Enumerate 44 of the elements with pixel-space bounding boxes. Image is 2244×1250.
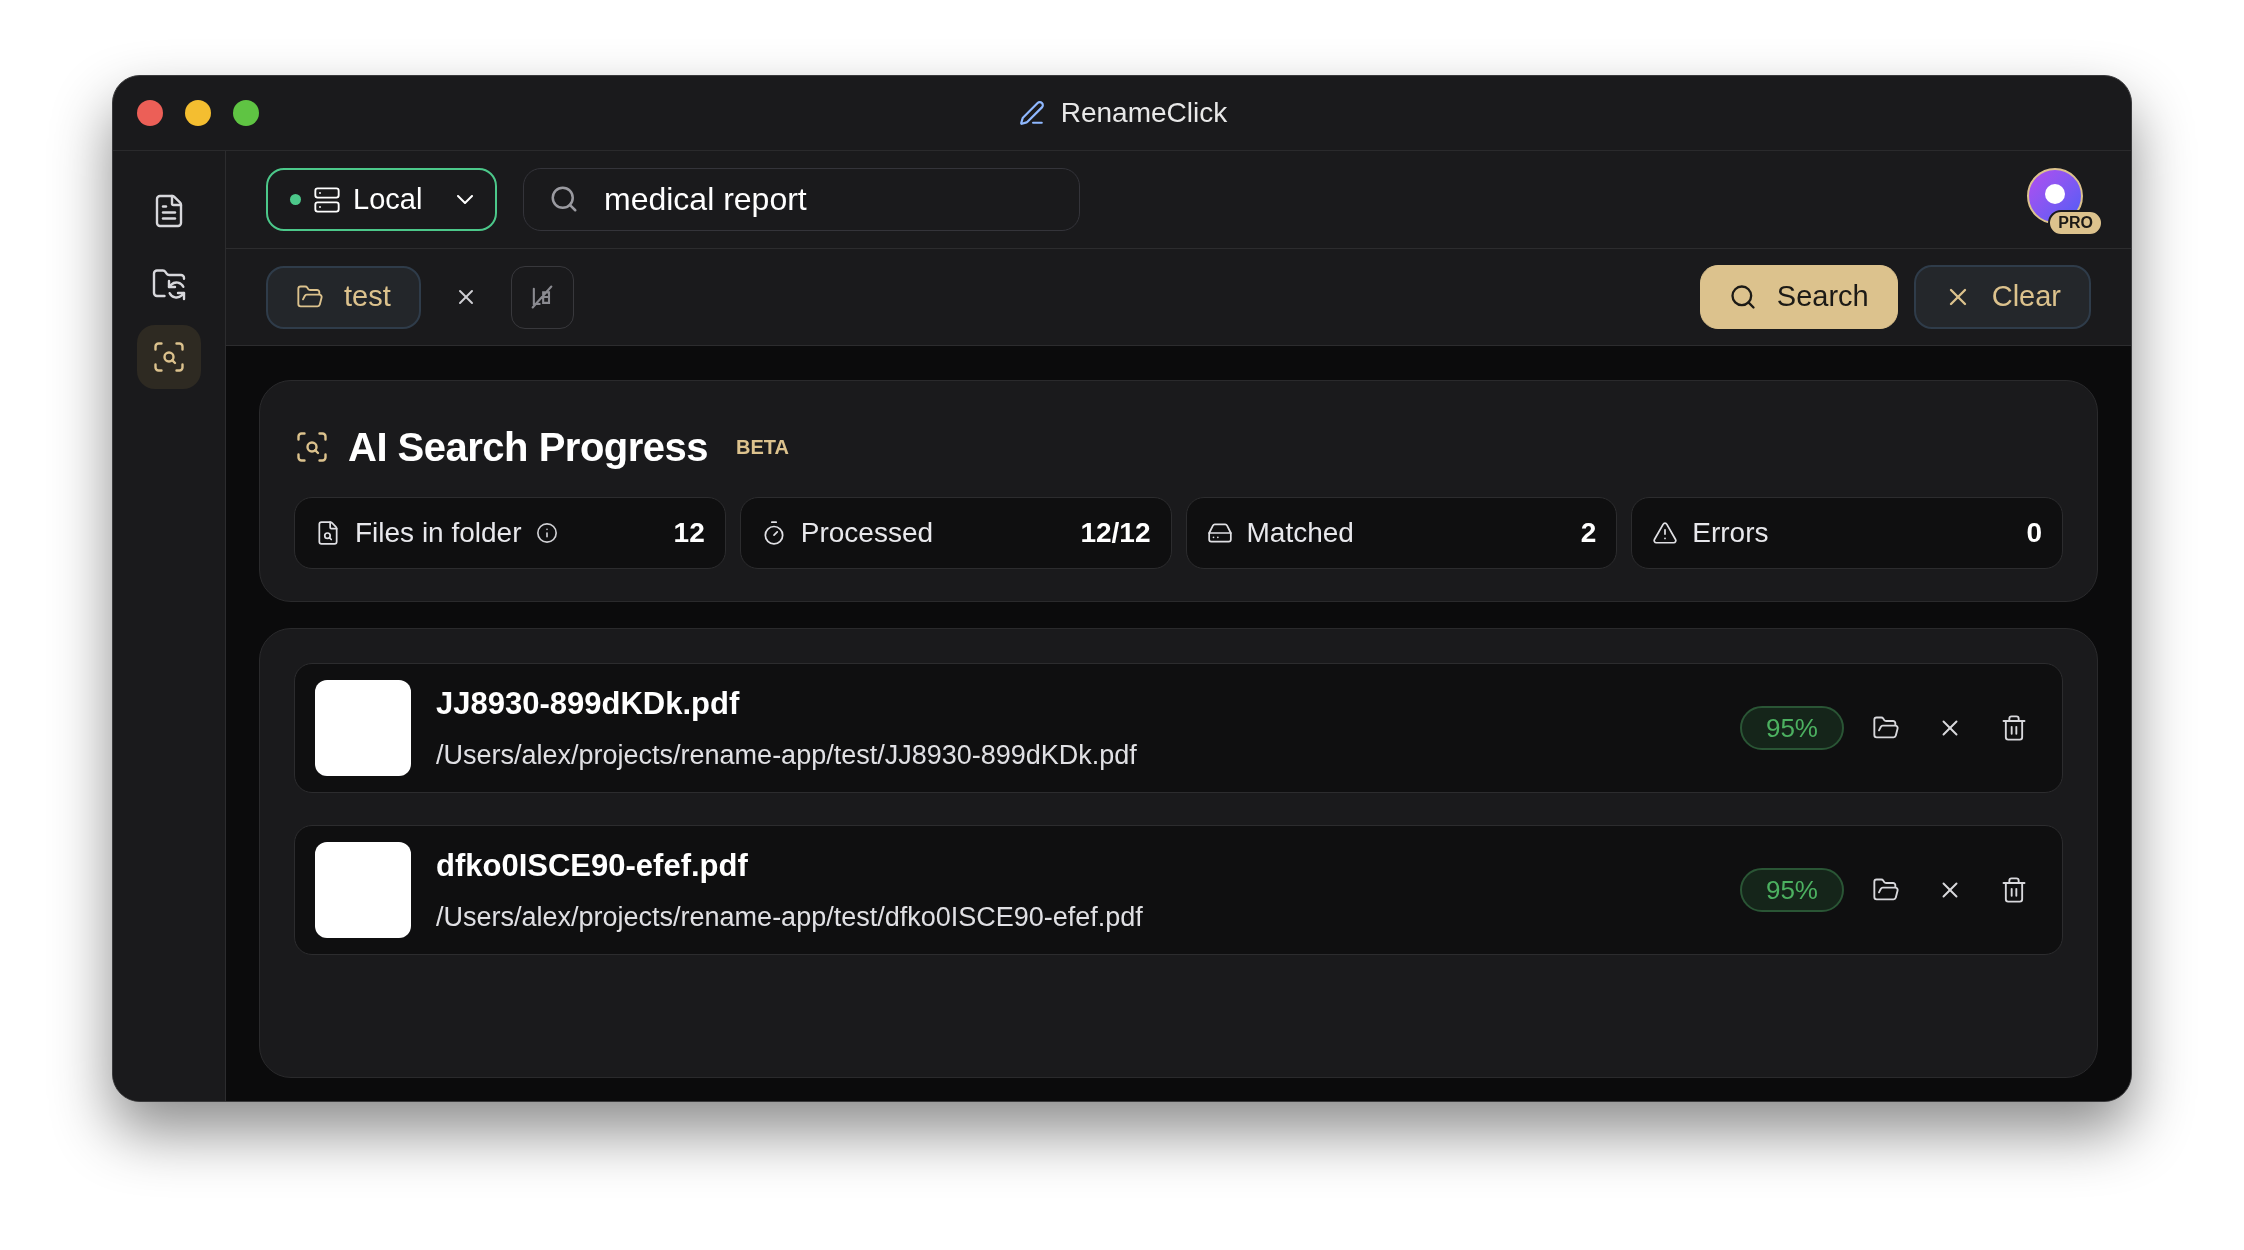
maximize-button[interactable]	[233, 100, 259, 126]
server-icon	[313, 185, 341, 214]
window-title: RenameClick	[1060, 96, 1228, 130]
file-path: /Users/alex/projects/rename-app/test/dfko0ISCE90-efef.pdf	[436, 901, 1143, 934]
scan-search-icon	[151, 339, 187, 375]
stat-icon	[315, 520, 341, 546]
file-path: /Users/alex/projects/rename-app/test/JJ8930-899dKDk.pdf	[436, 739, 1137, 772]
pro-badge: PRO	[2048, 209, 2103, 236]
stat-label: Errors	[1692, 516, 1769, 550]
stat-value: 2	[1580, 516, 1597, 550]
search-icon	[549, 184, 579, 214]
stat-value: 12	[673, 516, 705, 550]
stat-label: Files in folder	[355, 516, 522, 550]
beta-label: BETA	[736, 435, 790, 460]
match-score: 95%	[1739, 868, 1844, 912]
folder-chip[interactable]: test	[266, 265, 421, 329]
trash-icon	[2000, 876, 2028, 904]
sidebar-item[interactable]	[137, 325, 201, 389]
folder-sync-icon	[151, 266, 187, 302]
search-button[interactable]: Search	[1699, 265, 1898, 329]
trash-icon	[2000, 714, 2028, 742]
pen-icon	[1018, 100, 1045, 126]
stat-value: 12/12	[1080, 516, 1151, 550]
section-title: AI Search Progress	[348, 424, 709, 471]
match-score: 95%	[1739, 706, 1844, 750]
file-name: dfko0ISCE90-efef.pdf	[436, 846, 749, 885]
stat-label: Processed	[800, 516, 934, 550]
close-button[interactable]	[137, 100, 163, 126]
stat-value: 0	[2026, 516, 2042, 550]
clear-button[interactable]: Clear	[1913, 265, 2091, 329]
stat-icon	[1206, 520, 1233, 546]
minimize-button[interactable]	[185, 100, 211, 126]
toggle-button[interactable]	[510, 265, 574, 329]
search-icon	[1728, 283, 1757, 311]
result-row[interactable]: JJ8930-899dKDk.pdf /Users/alex/projects/rename-app/test/JJ8930-899dKDk.pdf 95%	[294, 663, 2063, 793]
stat-icon	[1652, 520, 1679, 546]
result-row[interactable]: dfko0ISCE90-efef.pdf /Users/alex/projects/rename-app/test/dfko0ISCE90-efef.pdf 95%	[294, 825, 2063, 955]
source-dropdown[interactable]: Local	[266, 168, 497, 231]
file-name: JJ8930-899dKDk.pdf	[436, 684, 741, 723]
stat-label: Matched	[1246, 516, 1354, 550]
scan-search-icon	[294, 429, 330, 465]
chevron-down-icon	[457, 195, 473, 204]
info-icon[interactable]	[535, 522, 558, 544]
search-field[interactable]: medical report	[523, 168, 1080, 231]
